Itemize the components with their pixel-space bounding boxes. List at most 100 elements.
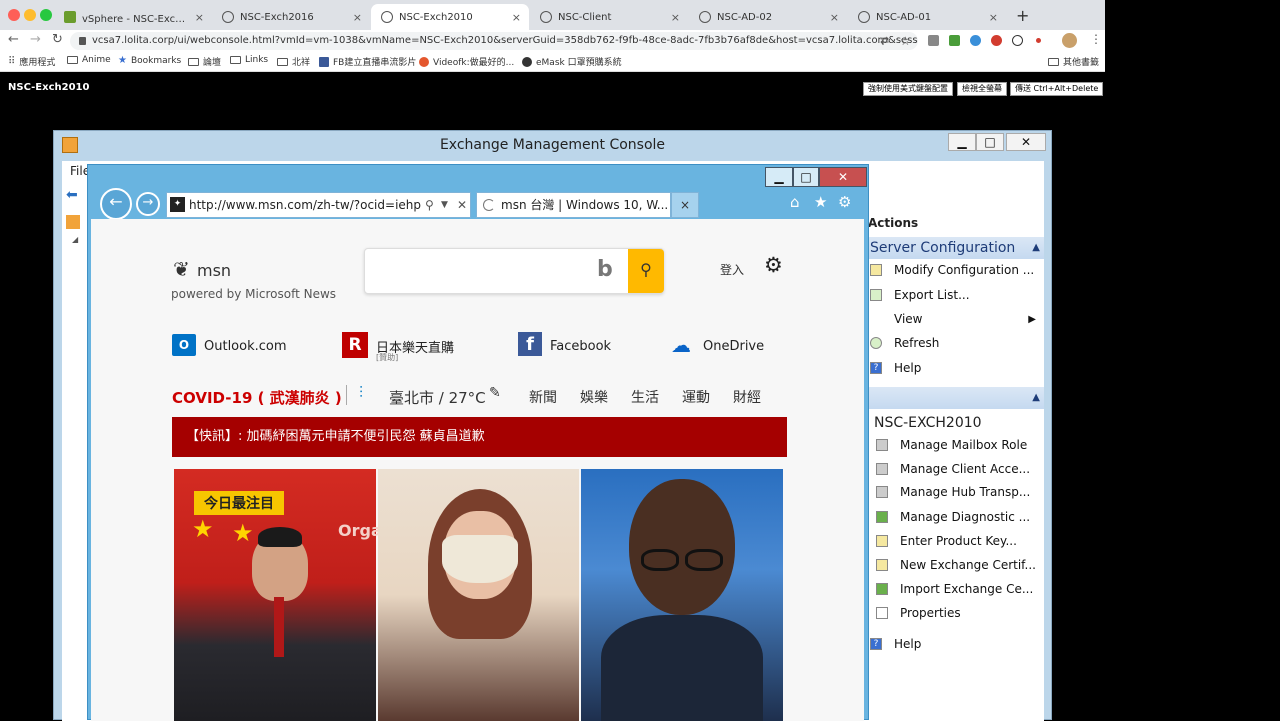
outlook-link[interactable]: Outlook.com — [204, 339, 287, 354]
exchange-tree-icon[interactable] — [66, 215, 80, 229]
dropdown-icon[interactable]: ▼ — [441, 193, 448, 217]
sign-in-link[interactable]: 登入 — [720, 261, 744, 278]
tree-expand-icon[interactable]: ◢ — [72, 235, 78, 244]
close-button[interactable]: ✕ — [1006, 133, 1046, 151]
breaking-news-banner[interactable]: 【快訊】: 加碼紓困萬元申請不便引民怨 蘇貞昌道歉 — [172, 417, 787, 457]
action-enter-product-key[interactable]: Enter Product Key... — [874, 529, 1050, 553]
maximize-button[interactable]: □ — [976, 133, 1004, 151]
collapse-icon[interactable]: ▲ — [1032, 387, 1040, 409]
action-refresh[interactable]: Refresh — [868, 331, 1044, 355]
ie-maximize-button[interactable]: □ — [793, 167, 819, 187]
url-bar[interactable]: vcsa7.lolita.corp/ui/webconsole.html?vmI… — [70, 32, 918, 50]
weather-text[interactable]: 臺北市 / 27°C — [389, 387, 486, 408]
bookmark-fb-live[interactable]: FB建立直播串流影片 — [319, 55, 416, 68]
close-tab-icon[interactable]: × — [353, 11, 362, 24]
translate-icon[interactable]: ⇄ — [880, 32, 889, 50]
nav-sports[interactable]: 運動 — [682, 387, 710, 407]
nav-lifestyle[interactable]: 生活 — [631, 387, 659, 407]
extension-icon[interactable] — [949, 35, 960, 46]
force-us-keyboard-button[interactable]: 強制使用美式鍵盤配置 — [863, 82, 953, 96]
bookmark-anime[interactable]: Anime — [67, 55, 111, 65]
ie-close-button[interactable]: ✕ — [819, 167, 867, 187]
nav-finance[interactable]: 財經 — [733, 387, 761, 407]
ie-close-tab-button[interactable]: × — [671, 192, 699, 218]
chrome-menu-icon[interactable]: ⋮ — [1090, 32, 1102, 46]
action-help-2[interactable]: ? Help — [868, 632, 1044, 656]
extension-icon[interactable] — [928, 35, 939, 46]
ie-tab-msn[interactable]: msn 台灣 | Windows 10, W... — [476, 192, 671, 218]
search-button[interactable]: ⚲ — [628, 249, 664, 293]
nav-entertainment[interactable]: 娛樂 — [580, 387, 608, 407]
browser-tab-nsc-ad-01[interactable]: NSC-AD-01 × — [848, 4, 1006, 30]
maximize-window-icon[interactable] — [40, 9, 52, 21]
msn-logo[interactable]: msn — [197, 261, 231, 280]
home-icon[interactable]: ⌂ — [790, 193, 800, 211]
action-view[interactable]: View ▶ — [868, 307, 1044, 331]
favorites-star-icon[interactable]: ★ — [814, 193, 827, 211]
action-help[interactable]: ? Help — [868, 356, 1044, 380]
back-arrow-icon[interactable]: ⬅ — [66, 187, 78, 203]
server-configuration-section[interactable]: Server Configuration ▲ — [868, 237, 1044, 259]
browser-tab-nsc-exch2010[interactable]: NSC-Exch2010 × — [371, 4, 529, 30]
action-manage-mailbox-role[interactable]: Manage Mailbox Role — [874, 433, 1050, 457]
minimize-button[interactable]: ▁ — [948, 133, 976, 151]
close-tab-icon[interactable]: × — [195, 11, 204, 24]
close-tab-icon[interactable]: × — [671, 11, 680, 24]
send-ctrl-alt-delete-button[interactable]: 傳送 Ctrl+Alt+Delete — [1010, 82, 1104, 96]
ie-back-button[interactable]: ← — [100, 188, 132, 220]
back-arrow-icon[interactable]: ← — [8, 32, 19, 47]
news-photo-1[interactable]: 今日最注目 ★ ★ Orga — [174, 469, 382, 721]
action-manage-client-access[interactable]: Manage Client Acce... — [874, 457, 1050, 481]
ie-minimize-button[interactable]: ▁ — [765, 167, 793, 187]
bookmark-emask[interactable]: eMask 口罩預購系統 — [522, 55, 622, 68]
browser-tab-nsc-client[interactable]: NSC-Client × — [530, 4, 688, 30]
profile-avatar[interactable] — [1062, 33, 1077, 48]
settings-gear-icon[interactable]: ⚙ — [838, 193, 851, 211]
extension-icon[interactable] — [970, 35, 981, 46]
adblock-icon[interactable] — [991, 35, 1002, 46]
nav-news[interactable]: 新聞 — [529, 387, 557, 407]
bookmark-bookmarks[interactable]: ★ Bookmarks — [118, 55, 181, 66]
action-modify-configuration[interactable]: Modify Configuration ... — [868, 258, 1044, 282]
close-window-icon[interactable] — [8, 9, 20, 21]
action-manage-hub-transport[interactable]: Manage Hub Transp... — [874, 480, 1050, 504]
edit-pencil-icon[interactable]: ✎ — [489, 385, 501, 401]
bookmark-beixiang[interactable]: 北祥 — [277, 55, 310, 68]
settings-gear-icon[interactable]: ⚙ — [764, 253, 783, 277]
action-manage-diagnostic[interactable]: Manage Diagnostic ... — [874, 505, 1050, 529]
bookmark-other[interactable]: 其他書籤 — [1048, 55, 1099, 68]
action-new-exchange-certificate[interactable]: New Exchange Certif... — [874, 553, 1050, 577]
extension-icon[interactable] — [1012, 35, 1023, 46]
ie-address-bar[interactable]: ✦ http://www.msn.com/zh-tw/?ocid=iehp ⚲ … — [166, 192, 471, 218]
action-export-list[interactable]: Export List... — [868, 283, 1044, 307]
close-tab-icon[interactable]: × — [989, 11, 998, 24]
fullscreen-button[interactable]: 檢視全螢幕 — [957, 82, 1007, 96]
new-tab-button[interactable]: + — [1016, 6, 1029, 25]
bookmark-apps[interactable]: ⠿ 應用程式 — [8, 55, 55, 68]
record-icon[interactable] — [1036, 38, 1041, 43]
forward-arrow-icon[interactable]: → — [30, 32, 41, 47]
action-properties[interactable]: Properties — [874, 601, 1050, 625]
bookmark-links[interactable]: Links — [230, 55, 268, 65]
server-section-header[interactable]: ▲ — [868, 387, 1044, 409]
news-photo-3[interactable] — [581, 469, 783, 721]
bookmark-forum[interactable]: 論壇 — [188, 55, 221, 68]
search-icon[interactable]: ⚲ — [425, 193, 434, 217]
browser-tab-nsc-exch2016[interactable]: NSC-Exch2016 × — [212, 4, 370, 30]
close-tab-icon[interactable]: × — [512, 11, 521, 24]
ie-forward-button[interactable]: → — [136, 192, 160, 216]
stop-icon[interactable]: ✕ — [457, 193, 467, 217]
star-icon[interactable]: ☆ — [900, 32, 911, 50]
browser-tab-vsphere[interactable]: vSphere - NSC-Exch2016 - 摘要 × — [54, 4, 212, 30]
reload-icon[interactable]: ↻ — [52, 32, 63, 47]
msn-search-input[interactable]: b ⚲ — [364, 248, 664, 294]
news-photo-2[interactable] — [378, 469, 579, 721]
facebook-link[interactable]: Facebook — [550, 339, 611, 354]
bookmark-videofk[interactable]: Videofk:做最好的... — [419, 55, 514, 68]
collapse-icon[interactable]: ▲ — [1032, 237, 1040, 259]
onedrive-link[interactable]: OneDrive — [703, 339, 764, 354]
action-import-exchange-certificate[interactable]: Import Exchange Ce... — [874, 577, 1050, 601]
covid-link[interactable]: COVID-19 ( 武漢肺炎 ) — [172, 387, 342, 408]
minimize-window-icon[interactable] — [24, 9, 36, 21]
close-tab-icon[interactable]: × — [830, 11, 839, 24]
